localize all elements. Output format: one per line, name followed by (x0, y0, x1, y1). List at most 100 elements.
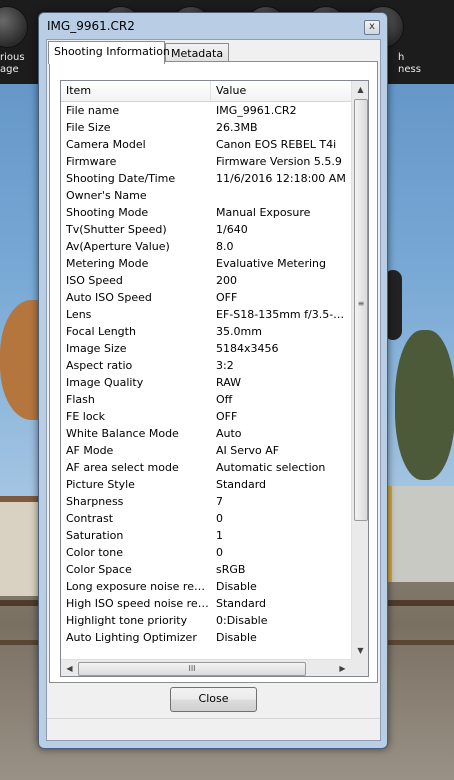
table-row[interactable]: Picture Style Standard (61, 476, 351, 493)
table-row[interactable]: Metering Mode Evaluative Metering (61, 255, 351, 272)
row-item-label: ISO Speed (66, 274, 123, 287)
row-item-label: Shooting Date/Time (66, 172, 176, 185)
row-item-label: Flash (66, 393, 95, 406)
table-row[interactable]: File Size 26.3MB (61, 119, 351, 136)
horizontal-scroll-thumb[interactable]: III (78, 662, 306, 676)
row-item-label: Camera Model (66, 138, 146, 151)
table-row[interactable]: Av(Aperture Value) 8.0 (61, 238, 351, 255)
row-item-label: Sharpness (66, 495, 124, 508)
row-item-label: AF Mode (66, 444, 114, 457)
table-row[interactable]: Color tone 0 (61, 544, 351, 561)
scrollbar-corner (351, 659, 368, 676)
previous-image-button[interactable] (0, 6, 28, 48)
table-row[interactable]: AF area select mode Automatic selection (61, 459, 351, 476)
shooting-information-panel: Item Value File name IMG_9961.CR2 File Siz… (49, 61, 378, 683)
row-item-label: Av(Aperture Value) (66, 240, 170, 253)
table-row[interactable]: Shooting Date/Time 11/6/2016 12:18:00 AM (61, 170, 351, 187)
table-row[interactable]: Image Size 5184x3456 (61, 340, 351, 357)
row-value: 0:Disable (216, 614, 268, 627)
row-value: Automatic selection (216, 461, 326, 474)
table-row[interactable]: FE lock OFF (61, 408, 351, 425)
table-row[interactable]: High ISO speed noise redu... Standard (61, 595, 351, 612)
table-row[interactable]: Firmware Firmware Version 5.5.9 (61, 153, 351, 170)
table-row[interactable]: Shooting Mode Manual Exposure (61, 204, 351, 221)
table-row[interactable]: Color Space sRGB (61, 561, 351, 578)
table-row[interactable]: Image Quality RAW (61, 374, 351, 391)
row-item-label: Owner's Name (66, 189, 147, 202)
table-row[interactable]: AF Mode AI Servo AF (61, 442, 351, 459)
table-row[interactable]: Owner's Name (61, 187, 351, 204)
info-list[interactable]: Item Value File name IMG_9961.CR2 File Siz… (60, 80, 369, 677)
row-value: 26.3MB (216, 121, 258, 134)
list-rows: File name IMG_9961.CR2 File Size 26.3MB Came… (61, 102, 351, 646)
close-icon[interactable]: x (364, 20, 380, 35)
table-row[interactable]: Auto ISO Speed OFF (61, 289, 351, 306)
table-row[interactable]: Long exposure noise reduc... Disable (61, 578, 351, 595)
row-item-label: Highlight tone priority (66, 614, 188, 627)
row-value: Canon EOS REBEL T4i (216, 138, 337, 151)
scroll-right-icon[interactable]: ▶ (334, 660, 351, 676)
row-item-label: Auto ISO Speed (66, 291, 152, 304)
vertical-scroll-thumb[interactable]: ≡ (354, 99, 368, 521)
table-row[interactable]: White Balance Mode Auto (61, 425, 351, 442)
table-row[interactable]: Aspect ratio 3:2 (61, 357, 351, 374)
row-item-label: White Balance Mode (66, 427, 179, 440)
row-item-label: File Size (66, 121, 111, 134)
tab-shooting-information[interactable]: Shooting Information (48, 41, 170, 64)
dialog-status-strip (47, 718, 380, 741)
table-row[interactable]: ISO Speed 200 (61, 272, 351, 289)
column-header-item[interactable]: Item (61, 81, 211, 101)
row-value: Standard (216, 478, 267, 491)
row-value: Standard (216, 597, 267, 610)
table-row[interactable]: Sharpness 7 (61, 493, 351, 510)
close-button[interactable]: Close (170, 687, 257, 712)
row-item-label: Contrast (66, 512, 114, 525)
dialog-titlebar[interactable]: IMG_9961.CR2 x (39, 13, 387, 39)
previous-image-label: rious age (0, 52, 25, 75)
row-item-label: Firmware (66, 155, 117, 168)
row-item-label: Image Quality (66, 376, 144, 389)
horizontal-scrollbar[interactable]: ◀ III ▶ (61, 659, 351, 676)
row-value: OFF (216, 291, 238, 304)
row-value (211, 187, 351, 204)
row-value: OFF (216, 410, 238, 423)
table-row[interactable]: Saturation 1 (61, 527, 351, 544)
column-header-value[interactable]: Value (211, 81, 351, 101)
row-value: sRGB (216, 563, 246, 576)
table-row[interactable]: Focal Length 35.0mm (61, 323, 351, 340)
table-row[interactable]: Auto Lighting Optimizer Disable (61, 629, 351, 646)
row-item-label: File name (66, 104, 120, 117)
table-row[interactable]: Highlight tone priority 0:Disable (61, 612, 351, 629)
scroll-left-icon[interactable]: ◀ (61, 660, 78, 676)
list-header: Item Value (61, 81, 351, 102)
row-item-label: Tv(Shutter Speed) (66, 223, 167, 236)
table-row[interactable]: Tv(Shutter Speed) 1/640 (61, 221, 351, 238)
shooting-info-dialog: IMG_9961.CR2 x Shooting Information Meta… (38, 12, 388, 749)
row-value: 5184x3456 (216, 342, 279, 355)
table-row[interactable]: Camera Model Canon EOS REBEL T4i (61, 136, 351, 153)
row-item-label: Metering Mode (66, 257, 149, 270)
dialog-title: IMG_9961.CR2 (47, 19, 135, 33)
table-row[interactable]: Contrast 0 (61, 510, 351, 527)
row-item-label: Long exposure noise reduc... (66, 580, 211, 593)
row-value: 1/640 (216, 223, 248, 236)
row-value: 0 (216, 512, 223, 525)
row-value: Evaluative Metering (216, 257, 326, 270)
row-value: Off (216, 393, 233, 406)
grip-icon: III (188, 664, 196, 673)
table-row[interactable]: Lens EF-S18-135mm f/3.5-5.6 IS (61, 306, 351, 323)
scroll-up-icon[interactable]: ▲ (352, 81, 368, 98)
scroll-down-icon[interactable]: ▼ (352, 642, 368, 659)
vertical-scrollbar[interactable]: ▲ ≡ ▼ (351, 81, 368, 659)
row-item-label: Image Size (66, 342, 127, 355)
table-row[interactable]: Flash Off (61, 391, 351, 408)
row-value: EF-S18-135mm f/3.5-5.6 IS (216, 308, 351, 321)
table-row[interactable]: File name IMG_9961.CR2 (61, 102, 351, 119)
row-item-label: Focal Length (66, 325, 136, 338)
row-value: 7 (216, 495, 223, 508)
dialog-client-area: Shooting Information Metadata Item Value… (46, 39, 381, 741)
row-value: 11/6/2016 12:18:00 AM (216, 172, 346, 185)
row-value: RAW (216, 376, 241, 389)
row-item-label: FE lock (66, 410, 105, 423)
row-item-label: Aspect ratio (66, 359, 133, 372)
